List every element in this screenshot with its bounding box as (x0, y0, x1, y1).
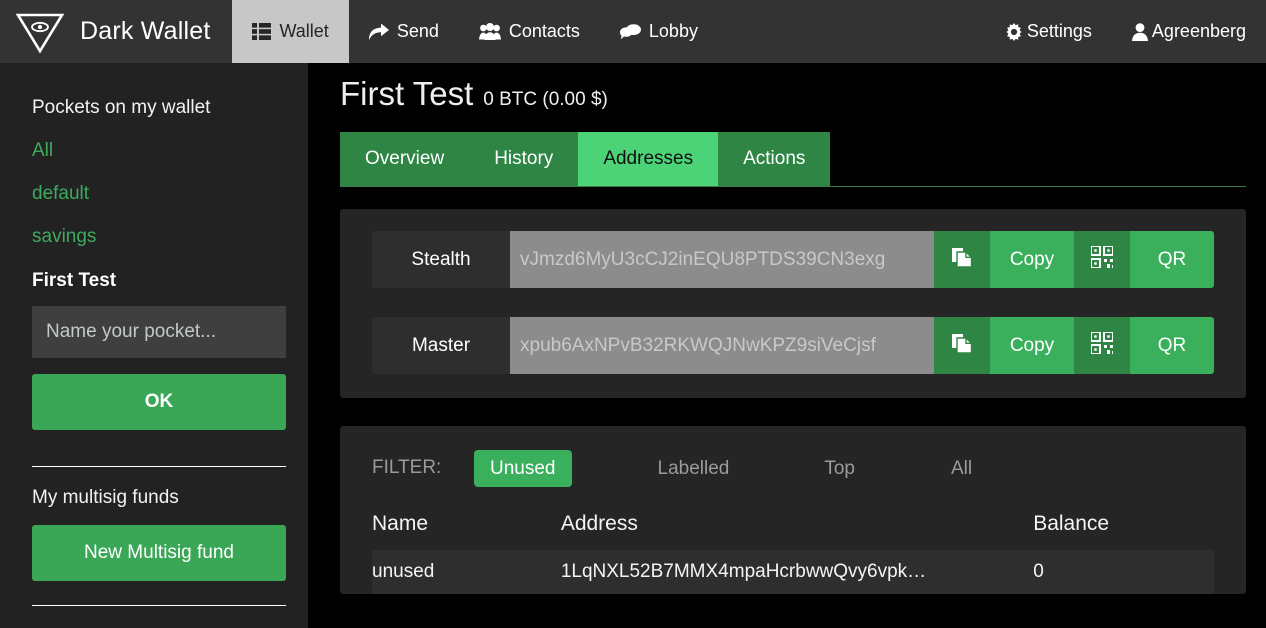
user-icon (1132, 23, 1148, 41)
address-list-panel: FILTER: Unused Labelled Top All Name Add… (340, 426, 1246, 594)
tab-addresses[interactable]: Addresses (578, 132, 718, 186)
sidebar-item-savings[interactable]: savings (32, 226, 276, 248)
share-icon (369, 23, 389, 41)
copy-button-master[interactable]: Copy (990, 317, 1074, 374)
copy-icon (952, 332, 972, 360)
brand-title: Dark Wallet (80, 17, 210, 46)
nav-item-settings[interactable]: Settings (985, 0, 1112, 63)
page-header: First Test 0 BTC (0.00 $) (308, 63, 1266, 113)
nav-item-account-label: Agreenberg (1152, 21, 1246, 42)
list-icon (252, 23, 271, 40)
tab-history[interactable]: History (469, 132, 578, 186)
filter-labelled-button[interactable]: Labelled (642, 450, 746, 487)
nav-item-wallet[interactable]: Wallet (232, 0, 348, 63)
comments-icon (620, 23, 641, 40)
address-value-stealth[interactable] (510, 231, 934, 288)
table-row[interactable]: unused 1LqNXL52B7MMX4mpaHcrbwwQvy6vpk… 0 (372, 550, 1214, 594)
sidebar-item-all[interactable]: All (32, 140, 276, 162)
table-header-row: Name Address Balance (372, 512, 1214, 550)
qrcode-icon (1091, 332, 1113, 360)
nav-item-settings-label: Settings (1027, 21, 1092, 42)
nav-item-lobby-label: Lobby (649, 21, 698, 42)
users-icon (479, 23, 501, 40)
sidebar-item-default[interactable]: default (32, 183, 276, 205)
page-balance: 0 BTC (0.00 $) (483, 89, 608, 111)
qr-button-stealth[interactable]: QR (1130, 231, 1214, 288)
new-pocket-name-input[interactable] (32, 306, 286, 358)
filter-unused-button[interactable]: Unused (474, 450, 572, 487)
tab-bar: Overview History Addresses Actions (340, 132, 1246, 187)
copy-icon-button-stealth[interactable] (934, 231, 990, 288)
sidebar-divider (32, 466, 286, 467)
nav-item-contacts[interactable]: Contacts (459, 0, 600, 63)
filter-all-button[interactable]: All (935, 450, 988, 487)
navbar-right-group: Settings Agreenberg (985, 0, 1266, 63)
ok-button[interactable]: OK (32, 374, 286, 430)
new-multisig-fund-button[interactable]: New Multisig fund (32, 525, 286, 581)
copy-icon-button-master[interactable] (934, 317, 990, 374)
navbar-spacer (718, 0, 985, 63)
tab-actions[interactable]: Actions (718, 132, 830, 186)
filter-top-button[interactable]: Top (808, 450, 871, 487)
addresses-panel: Stealth Copy (340, 209, 1246, 398)
column-header-balance[interactable]: Balance (1033, 512, 1214, 550)
triangle-eye-logo-icon (14, 10, 66, 54)
sidebar-item-first-test[interactable]: First Test (32, 270, 276, 292)
gear-icon (1005, 23, 1023, 41)
copy-button-stealth[interactable]: Copy (990, 231, 1074, 288)
addresses-table: Name Address Balance unused 1LqNXL52B7MM… (372, 512, 1214, 594)
cell-name: unused (372, 550, 561, 594)
multisig-heading: My multisig funds (32, 487, 276, 509)
nav-item-send-label: Send (397, 21, 439, 42)
page-title: First Test (340, 75, 473, 113)
address-row-stealth: Stealth Copy (372, 231, 1214, 288)
nav-item-send[interactable]: Send (349, 0, 459, 63)
address-row-master: Master Copy (372, 317, 1214, 374)
nav-item-lobby[interactable]: Lobby (600, 0, 718, 63)
filter-label: FILTER: (372, 457, 474, 479)
filter-row: FILTER: Unused Labelled Top All (372, 448, 1214, 488)
main-content: First Test 0 BTC (0.00 $) Overview Histo… (308, 63, 1266, 628)
brand[interactable]: Dark Wallet (0, 0, 232, 63)
top-navbar: Dark Wallet Wallet Send (0, 0, 1266, 63)
nav-item-contacts-label: Contacts (509, 21, 580, 42)
column-header-name[interactable]: Name (372, 512, 561, 550)
qr-icon-button-stealth[interactable] (1074, 231, 1130, 288)
tab-overview[interactable]: Overview (340, 132, 469, 186)
nav-item-account[interactable]: Agreenberg (1112, 0, 1266, 63)
qr-icon-button-master[interactable] (1074, 317, 1130, 374)
qrcode-icon (1091, 246, 1113, 274)
nav-item-wallet-label: Wallet (279, 21, 328, 42)
qr-button-master[interactable]: QR (1130, 317, 1214, 374)
address-label-master: Master (372, 317, 510, 374)
column-header-address[interactable]: Address (561, 512, 1033, 550)
cell-address: 1LqNXL52B7MMX4mpaHcrbwwQvy6vpk… (561, 550, 1033, 594)
copy-icon (952, 246, 972, 274)
address-value-master[interactable] (510, 317, 934, 374)
sidebar: Pockets on my wallet All default savings… (0, 63, 308, 628)
sidebar-divider-bottom (32, 605, 286, 606)
address-label-stealth: Stealth (372, 231, 510, 288)
cell-balance: 0 (1033, 550, 1214, 594)
sidebar-heading: Pockets on my wallet (32, 63, 276, 119)
